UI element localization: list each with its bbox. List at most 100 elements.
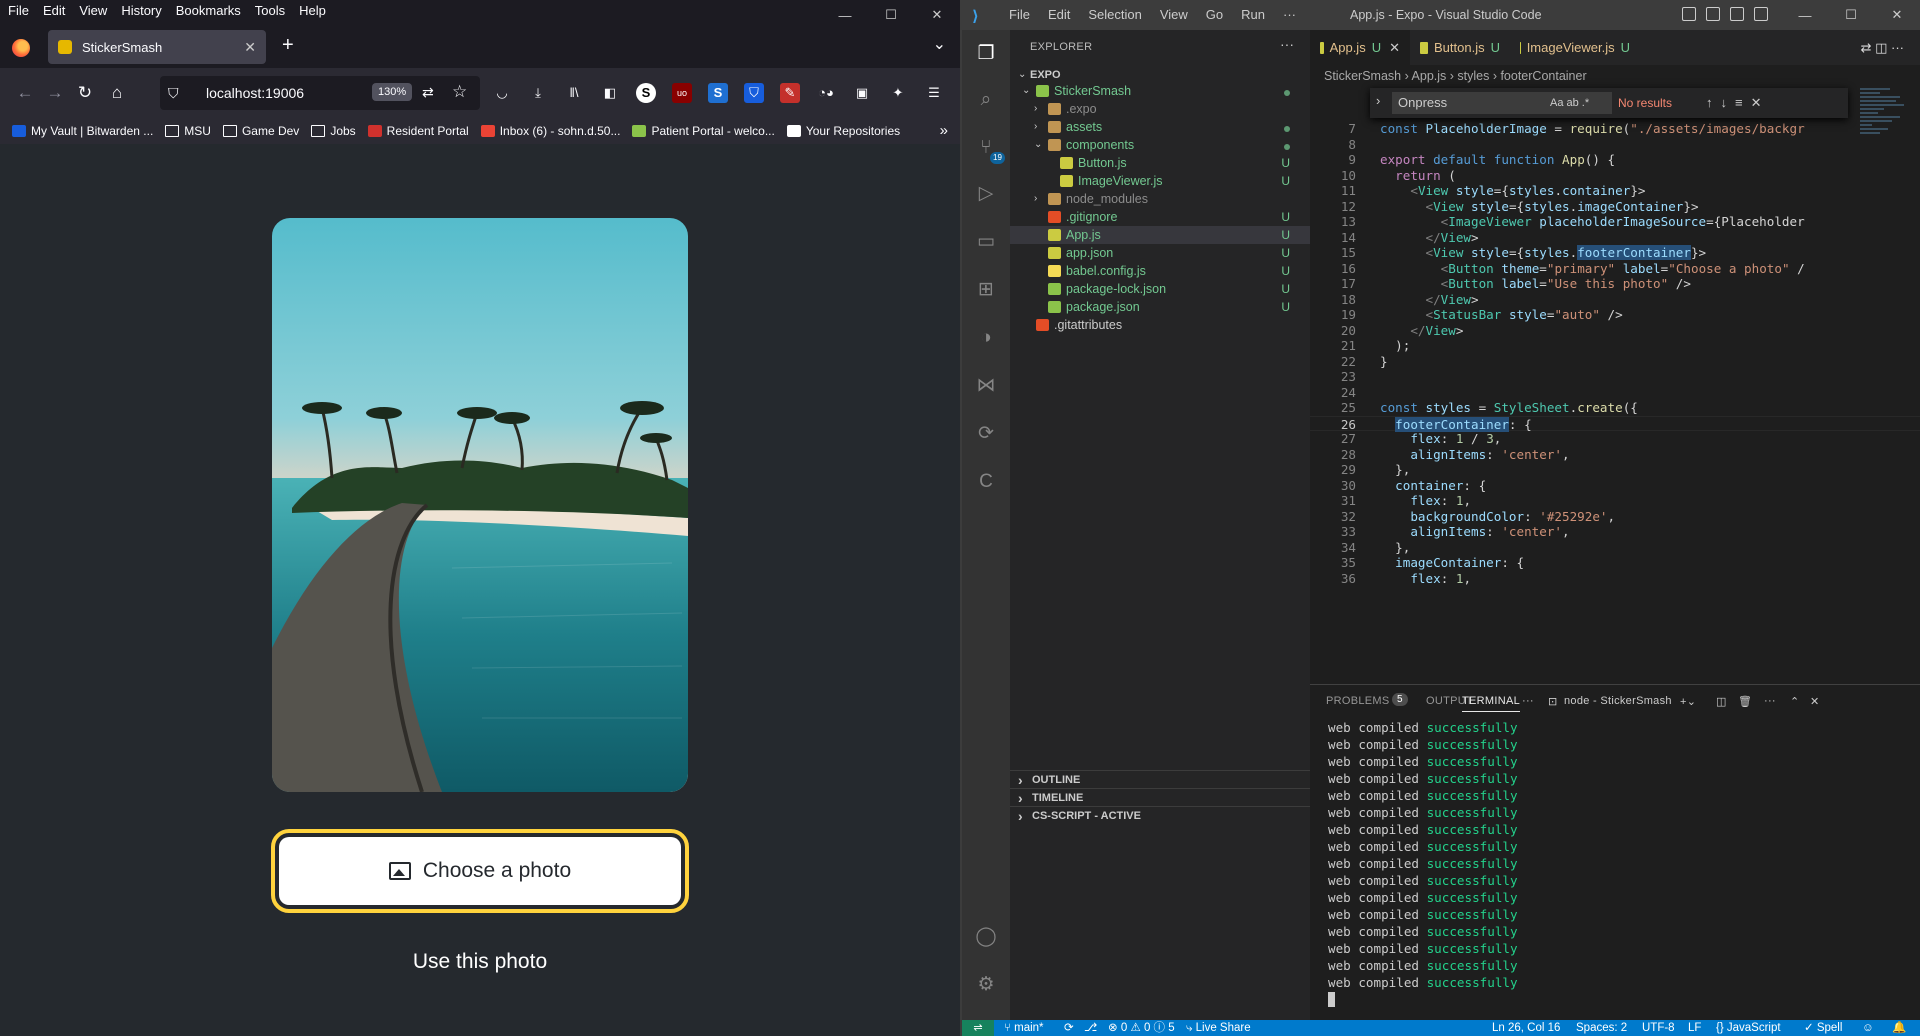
code-line[interactable]: 30 container: { — [1310, 478, 1920, 494]
code-line[interactable]: 11 <View style={styles.container}> — [1310, 183, 1920, 199]
breadcrumb-item[interactable]: footerContainer — [1500, 69, 1586, 83]
bookmarks-overflow-icon[interactable]: » — [940, 122, 948, 139]
split-terminal-icon[interactable]: ◫ — [1716, 695, 1727, 708]
reload-button[interactable]: ↻ — [74, 84, 96, 102]
editor-tab[interactable]: Button.js U — [1410, 30, 1510, 65]
code-line[interactable]: 21 ); — [1310, 338, 1920, 354]
vscode-close-button[interactable]: ✕ — [1874, 0, 1920, 30]
feedback-icon[interactable]: ☺ — [1862, 1020, 1874, 1036]
use-photo-button[interactable]: Use this photo — [380, 950, 580, 974]
live-share-icon[interactable]: ⟳ — [974, 422, 998, 446]
bookmark-item[interactable]: Game Dev — [222, 124, 299, 138]
code-line[interactable]: 18 </View> — [1310, 292, 1920, 308]
find-navigation[interactable]: ↑↓≡✕ — [1706, 92, 1769, 114]
zoom-indicator[interactable]: 130% — [372, 83, 413, 101]
vscode-menu-item[interactable]: ··· — [1274, 0, 1305, 30]
extensions-icon[interactable]: ⊞ — [974, 278, 998, 302]
code-line[interactable]: 31 flex: 1, — [1310, 493, 1920, 509]
extension-box-icon[interactable]: ▣ — [852, 83, 872, 103]
menu-history[interactable]: History — [114, 0, 168, 22]
tree-item[interactable]: .gitattributes — [1010, 316, 1310, 334]
new-tab-button[interactable]: + — [282, 34, 294, 57]
bookmark-item[interactable]: Jobs — [311, 124, 356, 138]
code-editor[interactable]: 567const PlaceholderImage = require("./a… — [1310, 118, 1920, 684]
bookmark-item[interactable]: Patient Portal - welco... — [632, 124, 775, 138]
extensions-puzzle-icon[interactable]: ✦ — [888, 83, 908, 103]
bookmark-item[interactable]: MSU — [165, 124, 211, 138]
tab-close-icon[interactable]: ✕ — [244, 39, 256, 56]
bookmark-star-icon[interactable]: ☆ — [452, 82, 467, 102]
code-line[interactable]: 17 <Button label="Use this photo" /> — [1310, 276, 1920, 292]
search-icon[interactable]: ⌕ — [974, 88, 998, 112]
vscode-menu-item[interactable]: Go — [1197, 0, 1232, 30]
code-line[interactable]: 34 }, — [1310, 540, 1920, 556]
vscode-menu-item[interactable]: Run — [1232, 0, 1274, 30]
code-line[interactable]: 13 <ImageViewer placeholderImageSource={… — [1310, 214, 1920, 230]
vscode-menu-item[interactable]: File — [1000, 0, 1039, 30]
extension-glasses-icon[interactable]: ◔◕ — [816, 83, 836, 103]
tree-item[interactable]: package-lock.json U — [1010, 280, 1310, 298]
browser-tab[interactable]: StickerSmash ✕ — [48, 30, 266, 64]
code-line[interactable]: 35 imageContainer: { — [1310, 555, 1920, 571]
hamburger-menu-icon[interactable]: ☰ — [924, 83, 944, 103]
home-button[interactable]: ⌂ — [106, 84, 128, 102]
toggle-sidebar-icon[interactable] — [1682, 7, 1696, 21]
breadcrumb-item[interactable]: styles — [1457, 69, 1489, 83]
menu-bookmarks[interactable]: Bookmarks — [169, 0, 248, 22]
git-branch[interactable]: ⑂ main* — [1004, 1020, 1044, 1036]
bookmark-item[interactable]: Your Repositories — [786, 124, 900, 138]
code-line[interactable]: 19 <StatusBar style="auto" /> — [1310, 307, 1920, 323]
code-line[interactable]: 28 alignItems: 'center', — [1310, 447, 1920, 463]
c-extension-icon[interactable]: C — [974, 470, 998, 494]
tree-item[interactable]: Button.js U — [1010, 154, 1310, 172]
code-line[interactable]: 27 flex: 1 / 3, — [1310, 431, 1920, 447]
git-graph-status-icon[interactable]: ⎇ — [1084, 1020, 1097, 1036]
editor-tab[interactable]: App.js U ✕ — [1310, 30, 1410, 65]
bookmark-item[interactable]: Inbox (6) - sohn.d.50... — [480, 124, 620, 138]
editor-tab[interactable]: ImageViewer.js U — [1510, 30, 1640, 65]
editor-actions-icon[interactable]: ⇄ ◫ ··· — [1851, 30, 1914, 65]
code-line[interactable]: 26 footerContainer: { — [1310, 415, 1920, 432]
breadcrumb-item[interactable]: App.js — [1412, 69, 1447, 83]
code-line[interactable]: 16 <Button theme="primary" label="Choose… — [1310, 261, 1920, 277]
end-of-line[interactable]: LF — [1688, 1020, 1701, 1036]
panel-overflow-icon[interactable]: ··· — [1764, 695, 1776, 707]
code-line[interactable]: 22} — [1310, 354, 1920, 370]
url-bar[interactable]: ⛉ localhost:19006 130% ⇄ ☆ — [160, 76, 480, 110]
library-icon[interactable]: ‖\ — [564, 83, 584, 103]
menu-view[interactable]: View — [72, 0, 114, 22]
encoding[interactable]: UTF-8 — [1642, 1020, 1675, 1036]
menu-help[interactable]: Help — [292, 0, 333, 22]
extension-blue-s-icon[interactable]: S — [708, 83, 728, 103]
section-outline[interactable]: OUTLINE — [1010, 770, 1310, 789]
problems-status[interactable]: ⊗ 0 ⚠ 0 ⓘ 5 — [1108, 1020, 1175, 1036]
section-cs-script-active[interactable]: CS-SCRIPT - ACTIVE — [1010, 806, 1310, 825]
ublock-icon[interactable]: uo — [672, 83, 692, 103]
section-timeline[interactable]: TIMELINE — [1010, 788, 1310, 807]
code-line[interactable]: 23 — [1310, 369, 1920, 385]
list-all-tabs-button[interactable]: ⌄ — [933, 34, 946, 54]
new-terminal-icon[interactable]: +⌄ — [1680, 695, 1696, 708]
extension-s-icon[interactable]: S — [636, 83, 656, 103]
code-line[interactable]: 7 const PlaceholderImage = require("./ass… — [1310, 121, 1920, 137]
cursor-position[interactable]: Ln 26, Col 16 — [1492, 1020, 1560, 1036]
tree-item[interactable]: ⌄ components — [1010, 136, 1310, 154]
explorer-more-icon[interactable]: ··· — [1280, 36, 1294, 52]
tree-item[interactable]: › node_modules — [1010, 190, 1310, 208]
code-line[interactable]: 24 — [1310, 385, 1920, 401]
code-line[interactable]: 15 <View style={styles.footerContainer}> — [1310, 245, 1920, 261]
menu-file[interactable]: File — [0, 0, 36, 22]
vscode-menu-item[interactable]: Edit — [1039, 0, 1079, 30]
accounts-icon[interactable]: ◯ — [974, 925, 998, 949]
settings-gear-icon[interactable]: ⚙ — [974, 973, 998, 997]
sync-icon[interactable]: ⟳ — [1064, 1020, 1074, 1036]
code-line[interactable]: 36 flex: 1, — [1310, 571, 1920, 587]
tree-item[interactable]: › assets — [1010, 118, 1310, 136]
notifications-icon[interactable]: 🔔 — [1892, 1020, 1906, 1036]
toggle-secondary-sidebar-icon[interactable] — [1730, 7, 1744, 21]
tree-item[interactable]: .gitignore U — [1010, 208, 1310, 226]
find-options[interactable]: Aa ab .* — [1550, 92, 1589, 114]
vscode-maximize-button[interactable]: ☐ — [1828, 0, 1874, 30]
vscode-minimize-button[interactable]: — — [1782, 0, 1828, 30]
editor-tab-close-icon[interactable]: ✕ — [1389, 30, 1400, 65]
